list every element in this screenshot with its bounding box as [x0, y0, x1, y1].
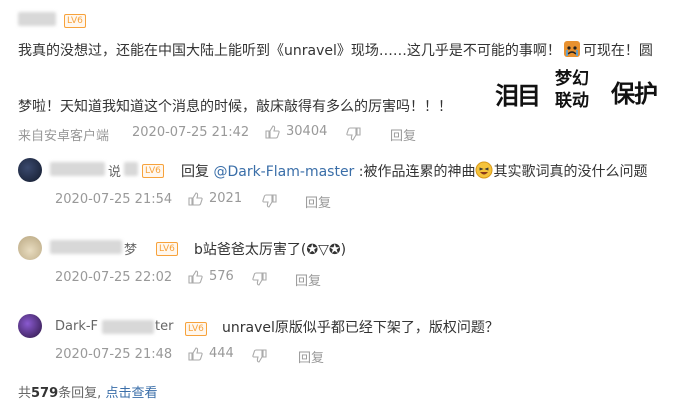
- like-button[interactable]: 30404: [265, 124, 327, 139]
- main-comment-text-line1: 我真的没想过，还能在中国大陆上能听到《unravel》现场……这几乎是不可能的事…: [18, 40, 653, 62]
- main-comment-text-line2: 梦啦！天知道我知道这个消息的时候，敲床敲得有多么的厉害吗！！！: [18, 99, 452, 115]
- avatar[interactable]: [18, 236, 42, 260]
- like-button[interactable]: 576: [188, 269, 234, 284]
- avatar[interactable]: [18, 314, 42, 338]
- thumbs-down-icon: [346, 127, 361, 141]
- view-replies-link[interactable]: 点击查看: [105, 386, 157, 401]
- reply-text: unravel原版似乎都已经下架了，版权问题？: [222, 320, 499, 336]
- level-badge: LV6: [156, 242, 178, 256]
- reply-text: 回复 @Dark-Flam-master :被作品连累的神曲 其实歌词真的没什么…: [181, 161, 647, 183]
- reply-button[interactable]: 回复: [390, 125, 416, 144]
- main-comment-username[interactable]: [18, 12, 56, 26]
- thumbs-up-icon: [188, 346, 203, 361]
- like-count: 2021: [209, 191, 243, 206]
- level-badge: LV6: [64, 14, 86, 28]
- main-comment-source: 来自安卓客户端: [18, 129, 110, 144]
- avatar[interactable]: [18, 158, 42, 182]
- reply-count: 579: [31, 386, 59, 401]
- level-badge: LV6: [142, 164, 164, 178]
- reply-time: 2020-07-25 21:54: [55, 192, 173, 207]
- dislike-button[interactable]: [252, 271, 267, 290]
- level-badge: LV6: [185, 322, 207, 336]
- reply-button[interactable]: 回复: [305, 192, 331, 211]
- like-button[interactable]: 444: [188, 346, 234, 361]
- like-count: 30404: [286, 124, 328, 139]
- reply-username[interactable]: ter: [155, 319, 173, 334]
- like-button[interactable]: 2021: [188, 191, 242, 206]
- laughing-emoji-icon: [475, 161, 493, 183]
- thumbs-up-icon: [188, 191, 203, 206]
- mention-link[interactable]: @Dark-Flam-master: [213, 164, 354, 180]
- thumbs-up-icon: [188, 269, 203, 284]
- reply-username-blurred: [124, 162, 138, 176]
- reply-username[interactable]: 梦: [124, 239, 137, 258]
- reply-username-blurred: [102, 320, 154, 334]
- reply-button[interactable]: 回复: [298, 347, 324, 366]
- reply-username[interactable]: 说: [108, 161, 121, 180]
- like-count: 444: [209, 346, 234, 361]
- thumbs-down-icon: [252, 272, 267, 286]
- thumbs-down-icon: [262, 194, 277, 208]
- reply-time: 2020-07-25 21:48: [55, 347, 173, 362]
- reply-username-blurred: [50, 162, 105, 176]
- dislike-button[interactable]: [346, 126, 361, 145]
- reply-summary: 共579条回复, 点击查看: [18, 386, 158, 401]
- crying-emoji-icon: [563, 40, 581, 62]
- dislike-button[interactable]: [252, 348, 267, 367]
- reply-text: b站爸爸太厉害了(✪▽✪): [194, 242, 347, 258]
- thumbs-down-icon: [252, 349, 267, 363]
- reply-username[interactable]: Dark-F: [55, 319, 98, 334]
- reply-username-blurred: [50, 240, 122, 254]
- reply-time: 2020-07-25 22:02: [55, 270, 173, 285]
- like-count: 576: [209, 269, 234, 284]
- reply-button[interactable]: 回复: [295, 270, 321, 289]
- main-comment-time: 2020-07-25 21:42: [132, 125, 250, 140]
- thumbs-up-icon: [265, 124, 280, 139]
- dislike-button[interactable]: [262, 193, 277, 212]
